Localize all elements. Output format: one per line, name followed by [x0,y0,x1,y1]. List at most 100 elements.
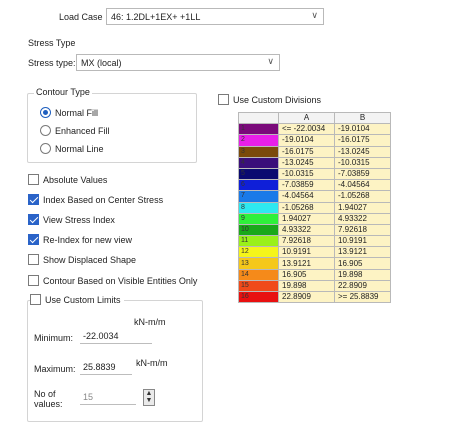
cell-a[interactable]: 7.92618 [278,235,335,248]
cell-b[interactable]: -19.0104 [334,123,391,136]
table-row[interactable]: 2 -19.0104 -16.0175 [238,134,391,147]
table-row[interactable]: 12 10.9191 13.9121 [238,246,391,259]
table-row[interactable]: 10 4.93322 7.92618 [238,223,391,237]
values-label-line2: values: [34,399,63,409]
color-swatch[interactable]: 2 [238,134,279,147]
color-swatch[interactable]: 6 [238,179,279,192]
table-row[interactable]: 5 -10.0315 -7.03859 [238,167,391,181]
cell-a[interactable]: 19.898 [278,279,335,293]
values-input[interactable]: 15 [80,389,136,405]
table-row[interactable]: 16 22.8909 >= 25.8839 [238,290,391,304]
load-case-dropdown[interactable]: 46: 1.2DL+1EX+ +1LL ∨ [106,8,324,25]
use-custom-divisions-checkbox[interactable]: Use Custom Divisions [218,94,321,105]
cell-b[interactable]: 7.92618 [334,223,391,237]
cell-b[interactable]: -13.0245 [334,145,391,158]
cell-b[interactable]: 22.8909 [334,279,391,293]
cell-b[interactable]: 10.9191 [334,235,391,248]
minimum-input[interactable]: -22.0034 [80,328,152,344]
radio-normal-line[interactable]: Normal Line [40,143,104,154]
table-row[interactable]: 6 -7.03859 -4.04564 [238,179,391,192]
values-spinner[interactable]: ▲ ▼ [143,389,155,406]
checkbox-label: Use Custom Limits [45,294,121,305]
checkbox-checked-icon [28,194,39,205]
color-swatch[interactable]: 5 [238,167,279,181]
contour-visible-entities-checkbox[interactable]: Contour Based on Visible Entities Only [28,275,197,286]
checkbox-checked-icon [28,234,39,245]
table-row[interactable]: 1 <= -22.0034 -19.0104 [238,123,391,136]
cell-b[interactable]: 19.898 [334,268,391,281]
use-custom-limits-checkbox[interactable]: Use Custom Limits [30,294,124,305]
cell-a[interactable]: 22.8909 [278,290,335,304]
stress-color-table: A B 1 <= -22.0034 -19.0104 2 -19.0104 -16.017… [238,111,391,304]
table-row[interactable]: 4 -13.0245 -10.0315 [238,156,391,169]
color-swatch[interactable]: 13 [238,257,279,270]
color-swatch[interactable]: 16 [238,290,279,304]
radio-enhanced-fill[interactable]: Enhanced Fill [40,125,110,136]
color-swatch[interactable]: 11 [238,235,279,248]
table-row[interactable]: 13 13.9121 16.905 [238,257,391,270]
checkbox-label: Re-Index for new view [43,234,133,245]
cell-b[interactable]: 4.93322 [334,212,391,225]
cell-b[interactable]: 1.94027 [334,201,391,214]
color-swatch[interactable]: 4 [238,156,279,169]
cell-b[interactable]: -7.03859 [334,167,391,181]
color-swatch[interactable]: 14 [238,268,279,281]
table-row[interactable]: 11 7.92618 10.9191 [238,235,391,248]
radio-label: Enhanced Fill [55,125,110,136]
cell-a[interactable]: 13.9121 [278,257,335,270]
color-swatch[interactable]: 7 [238,190,279,203]
show-displaced-shape-checkbox[interactable]: Show Displaced Shape [28,254,136,265]
color-swatch[interactable]: 9 [238,212,279,225]
maximum-input[interactable]: 25.8839 [80,359,132,375]
reindex-new-view-checkbox[interactable]: Re-Index for new view [28,234,132,245]
cell-a[interactable]: 10.9191 [278,246,335,259]
table-corner [238,111,279,125]
spin-up-icon: ▲ [145,390,153,397]
checkbox-icon [28,174,39,185]
table-row[interactable]: 3 -16.0175 -13.0245 [238,145,391,158]
cell-b[interactable]: -1.05268 [334,190,391,203]
cell-b[interactable]: -10.0315 [334,156,391,169]
cell-a[interactable]: -19.0104 [278,134,335,147]
color-swatch[interactable]: 10 [238,223,279,237]
table-row[interactable]: 9 1.94027 4.93322 [238,212,391,225]
stress-type-title: Stress Type [28,38,76,48]
table-row[interactable]: 7 -4.04564 -1.05268 [238,190,391,203]
cell-b[interactable]: 16.905 [334,257,391,270]
radio-icon [40,125,51,136]
color-swatch[interactable]: 3 [238,145,279,158]
cell-a[interactable]: 1.94027 [278,212,335,225]
maximum-unit: kN-m/m [136,358,168,368]
cell-a[interactable]: -4.04564 [278,190,335,203]
color-swatch[interactable]: 8 [238,201,279,214]
spin-down-icon: ▼ [145,397,153,404]
cell-b[interactable]: -4.04564 [334,179,391,192]
cell-a[interactable]: -16.0175 [278,145,335,158]
cell-a[interactable]: 16.905 [278,268,335,281]
absolute-values-checkbox[interactable]: Absolute Values [28,174,107,185]
checkbox-label: Contour Based on Visible Entities Only [43,275,198,286]
cell-a[interactable]: -13.0245 [278,156,335,169]
cell-a[interactable]: <= -22.0034 [278,123,335,136]
minimum-unit: kN-m/m [134,317,166,327]
cell-b[interactable]: 13.9121 [334,246,391,259]
color-swatch[interactable]: 12 [238,246,279,259]
table-row[interactable]: 8 -1.05268 1.94027 [238,201,391,214]
values-label-line1: No of [34,389,56,399]
chevron-down-icon: ∨ [267,56,274,66]
cell-a[interactable]: -1.05268 [278,201,335,214]
checkbox-icon [28,275,39,286]
color-swatch[interactable]: 1 [238,123,279,136]
color-swatch[interactable]: 15 [238,279,279,293]
radio-normal-fill[interactable]: Normal Fill [40,107,98,118]
cell-b[interactable]: -16.0175 [334,134,391,147]
table-row[interactable]: 14 16.905 19.898 [238,268,391,281]
cell-a[interactable]: -7.03859 [278,179,335,192]
cell-a[interactable]: -10.0315 [278,167,335,181]
cell-b[interactable]: >= 25.8839 [334,290,391,304]
table-row[interactable]: 15 19.898 22.8909 [238,279,391,293]
cell-a[interactable]: 4.93322 [278,223,335,237]
stress-type-dropdown[interactable]: MX (local) ∨ [76,54,280,71]
view-stress-index-checkbox[interactable]: View Stress Index [28,214,115,225]
index-center-stress-checkbox[interactable]: Index Based on Center Stress [28,194,163,205]
